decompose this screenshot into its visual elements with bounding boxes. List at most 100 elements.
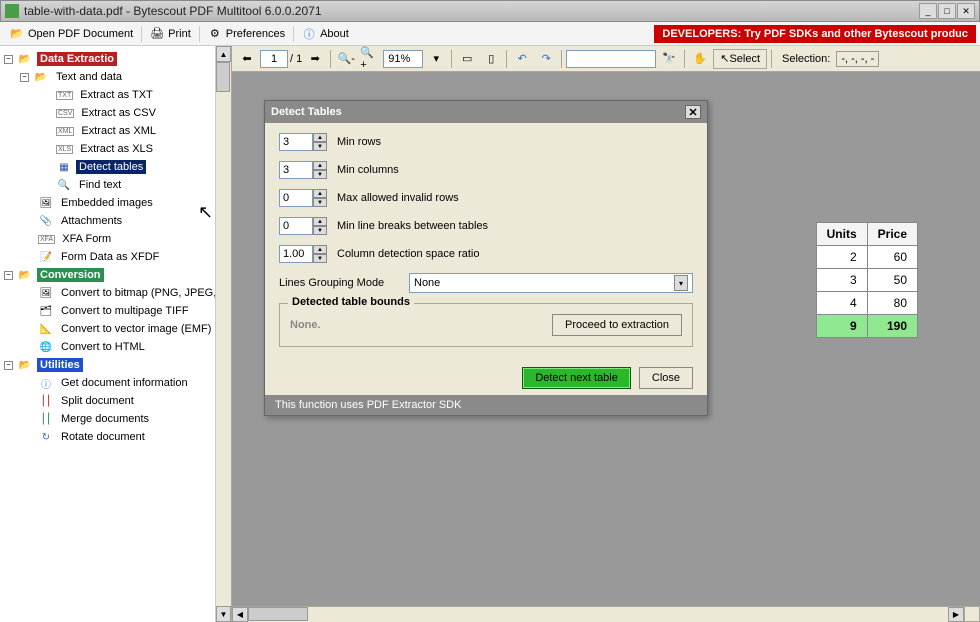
- tree-merge[interactable]: ⎮⎮ Merge documents: [0, 410, 231, 428]
- zoom-out-icon: 🔍-: [338, 52, 355, 65]
- tree-extract-xls[interactable]: XLS Extract as XLS: [0, 140, 231, 158]
- page-number-input[interactable]: [260, 50, 288, 68]
- min-rows-label: Min rows: [337, 136, 381, 148]
- proceed-extraction-button[interactable]: Proceed to extraction: [552, 314, 682, 336]
- min-cols-input[interactable]: [279, 161, 313, 179]
- tree-rotate[interactable]: ↻ Rotate document: [0, 428, 231, 446]
- hand-tool-button[interactable]: ✋: [689, 49, 711, 69]
- tree-form-xfdf[interactable]: 📝 Form Data as XFDF: [0, 248, 231, 266]
- folder-icon: 📂: [17, 268, 33, 282]
- open-pdf-button[interactable]: 📂 Open PDF Document: [4, 25, 139, 43]
- maximize-button[interactable]: □: [938, 3, 956, 19]
- spin-up-icon[interactable]: ▲: [313, 189, 327, 198]
- dialog-close-button[interactable]: ✕: [685, 105, 701, 119]
- sidebar-scrollbar[interactable]: ▲ ▼: [215, 46, 231, 622]
- collapse-icon[interactable]: −: [20, 73, 29, 82]
- spin-up-icon[interactable]: ▲: [313, 217, 327, 226]
- scroll-track[interactable]: [248, 607, 948, 622]
- developer-banner[interactable]: DEVELOPERS: Try PDF SDKs and other Bytes…: [654, 25, 976, 43]
- xfa-icon: XFA: [38, 235, 55, 244]
- toolbar-separator: [506, 50, 507, 68]
- col-ratio-input[interactable]: [279, 245, 313, 263]
- min-rows-input[interactable]: [279, 133, 313, 151]
- min-cols-spinner[interactable]: ▲▼: [279, 161, 327, 179]
- tree-attachments[interactable]: 📎 Attachments: [0, 212, 231, 230]
- tree-data-extraction[interactable]: − 📂 Data Extractio: [0, 50, 231, 68]
- nav-back-button[interactable]: ⬅: [236, 49, 258, 69]
- spin-down-icon[interactable]: ▼: [313, 198, 327, 207]
- tree-convert-html[interactable]: 🌐 Convert to HTML: [0, 338, 231, 356]
- scroll-left-icon[interactable]: ◀: [232, 607, 248, 622]
- spin-up-icon[interactable]: ▲: [313, 245, 327, 254]
- window-close-button[interactable]: ✕: [957, 3, 975, 19]
- window-titlebar: table-with-data.pdf - Bytescout PDF Mult…: [0, 0, 980, 22]
- tree-xfa-form[interactable]: XFA XFA Form: [0, 230, 231, 248]
- image-icon: 🖼: [38, 196, 54, 210]
- col-ratio-label: Column detection space ratio: [337, 248, 479, 260]
- tree-detect-tables[interactable]: ▦ Detect tables: [0, 158, 231, 176]
- tree-extract-csv[interactable]: CSV Extract as CSV: [0, 104, 231, 122]
- tree-find-text[interactable]: 🔍 Find text: [0, 176, 231, 194]
- col-ratio-spinner[interactable]: ▲▼: [279, 245, 327, 263]
- tree-embedded-images[interactable]: 🖼 Embedded images: [0, 194, 231, 212]
- search-button[interactable]: 🔭: [658, 49, 680, 69]
- collapse-icon[interactable]: −: [4, 361, 13, 370]
- tree-convert-vector[interactable]: 📐 Convert to vector image (EMF): [0, 320, 231, 338]
- print-button[interactable]: 🖨 Print: [144, 25, 197, 43]
- min-breaks-spinner[interactable]: ▲▼: [279, 217, 327, 235]
- detect-next-table-button[interactable]: Detect next table: [522, 367, 631, 389]
- info-icon: ⓘ: [302, 27, 316, 41]
- zoom-input[interactable]: [383, 50, 423, 68]
- folder-icon: 📂: [33, 70, 49, 84]
- min-breaks-input[interactable]: [279, 217, 313, 235]
- zoom-in-button[interactable]: 🔍+: [359, 49, 381, 69]
- dialog-titlebar[interactable]: Detect Tables ✕: [265, 101, 707, 123]
- min-rows-spinner[interactable]: ▲▼: [279, 133, 327, 151]
- fit-width-button[interactable]: ▯: [480, 49, 502, 69]
- scroll-thumb[interactable]: [248, 607, 308, 621]
- tree-get-info[interactable]: ⓘ Get document information: [0, 374, 231, 392]
- zoom-out-button[interactable]: 🔍-: [335, 49, 357, 69]
- tree-extract-txt[interactable]: TXT Extract as TXT: [0, 86, 231, 104]
- rotate-label: Rotate document: [58, 430, 148, 444]
- spin-up-icon[interactable]: ▲: [313, 133, 327, 142]
- rotate-icon: ↻: [38, 430, 54, 444]
- collapse-icon[interactable]: −: [4, 55, 13, 64]
- tree-extract-xml[interactable]: XML Extract as XML: [0, 122, 231, 140]
- rotate-cw-button[interactable]: ↷: [535, 49, 557, 69]
- tree-conversion[interactable]: − 📂 Conversion: [0, 266, 231, 284]
- tree-utilities[interactable]: − 📂 Utilities: [0, 356, 231, 374]
- about-button[interactable]: ⓘ About: [296, 25, 355, 43]
- spin-down-icon[interactable]: ▼: [313, 142, 327, 151]
- scroll-thumb[interactable]: [216, 62, 230, 92]
- fit-page-button[interactable]: ▭: [456, 49, 478, 69]
- document-toolbar: ⬅ / 1 ➡ 🔍- 🔍+ ▾ ▭ ▯ ↶ ↷ 🔭 ✋ ↖ Select: [232, 46, 980, 72]
- zoom-dropdown-button[interactable]: ▾: [425, 49, 447, 69]
- tree-text-and-data[interactable]: − 📂 Text and data: [0, 68, 231, 86]
- max-invalid-spinner[interactable]: ▲▼: [279, 189, 327, 207]
- utilities-label: Utilities: [37, 358, 83, 372]
- spin-up-icon[interactable]: ▲: [313, 161, 327, 170]
- open-pdf-label: Open PDF Document: [28, 28, 133, 40]
- scroll-down-icon[interactable]: ▼: [216, 606, 231, 622]
- grouping-mode-select[interactable]: None ▾: [409, 273, 693, 293]
- select-tool-button[interactable]: ↖ Select: [713, 49, 767, 69]
- max-invalid-input[interactable]: [279, 189, 313, 207]
- spin-down-icon[interactable]: ▼: [313, 254, 327, 263]
- dialog-close-btn[interactable]: Close: [639, 367, 693, 389]
- spin-down-icon[interactable]: ▼: [313, 226, 327, 235]
- rotate-ccw-button[interactable]: ↶: [511, 49, 533, 69]
- horizontal-scrollbar[interactable]: ◀ ▶: [232, 606, 964, 622]
- scroll-right-icon[interactable]: ▶: [948, 607, 964, 622]
- tree-convert-tiff[interactable]: 🗂 Convert to multipage TIFF: [0, 302, 231, 320]
- spin-down-icon[interactable]: ▼: [313, 170, 327, 179]
- preferences-button[interactable]: ⚙ Preferences: [202, 25, 291, 43]
- collapse-icon[interactable]: −: [4, 271, 13, 280]
- tree-split[interactable]: ⎮⎮ Split document: [0, 392, 231, 410]
- nav-forward-button[interactable]: ➡: [304, 49, 326, 69]
- search-input[interactable]: [566, 50, 656, 68]
- scroll-up-icon[interactable]: ▲: [216, 46, 231, 62]
- cursor-icon: ↖: [720, 52, 729, 65]
- minimize-button[interactable]: _: [919, 3, 937, 19]
- tree-convert-bitmap[interactable]: 🖼 Convert to bitmap (PNG, JPEG,: [0, 284, 231, 302]
